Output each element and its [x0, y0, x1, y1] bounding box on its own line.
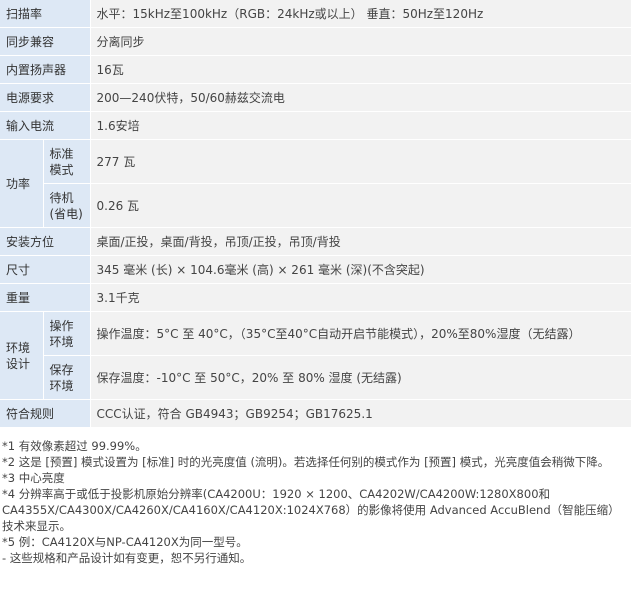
- spec-sublabel: 保存环境: [43, 355, 91, 400]
- spec-value: CCC认证，符合 GB4943；GB9254；GB17625.1: [90, 399, 632, 428]
- spec-label: 输入电流: [0, 111, 91, 140]
- footnotes: *1 有效像素超过 99.99%。 *2 这是 [预置] 模式设置为 [标准] …: [0, 428, 630, 566]
- spec-sublabel: 标准模式: [43, 139, 91, 184]
- footnote: *4 分辨率高于或低于投影机原始分辨率(CA4200U：1920 × 1200、…: [2, 487, 620, 533]
- spec-label: 同步兼容: [0, 27, 91, 56]
- spec-label: 内置扬声器: [0, 55, 91, 84]
- spec-value: 分离同步: [90, 27, 632, 56]
- spec-value: 1.6安培: [90, 111, 632, 140]
- spec-label: 符合规则: [0, 399, 91, 428]
- spec-label: 功率: [0, 139, 44, 228]
- spec-label: 重量: [0, 283, 91, 312]
- spec-row-compliance: 符合规则 CCC认证，符合 GB4943；GB9254；GB17625.1: [0, 399, 632, 428]
- spec-row-orientation: 安装方位 桌面/正投，桌面/背投，吊顶/正投，吊顶/背投: [0, 227, 632, 256]
- footnote: *2 这是 [预置] 模式设置为 [标准] 时的光亮度值 (流明)。若选择任何别…: [2, 455, 610, 469]
- spec-row-env-storage: 保存环境 保存温度：-10°C 至 50°C，20% 至 80% 湿度 (无结露…: [0, 355, 632, 400]
- spec-value: 操作温度：5°C 至 40°C，（35°C至40°C自动开启节能模式），20%至…: [90, 311, 632, 356]
- spec-value: 277 瓦: [90, 139, 632, 184]
- spec-value: 水平：15kHz至100kHz（RGB：24kHz或以上） 垂直：50Hz至12…: [90, 0, 632, 28]
- footnote: *5 例：CA4120X与NP-CA4120X为同一型号。: [2, 535, 248, 549]
- spec-row-power-req: 电源要求 200—240伏特，50/60赫兹交流电: [0, 83, 632, 112]
- spec-value: 3.1千克: [90, 283, 632, 312]
- spec-row-weight: 重量 3.1千克: [0, 283, 632, 312]
- spec-value: 345 毫米 (长) × 104.6毫米 (高) × 261 毫米 (深)(不含…: [90, 255, 632, 284]
- spec-row-speaker: 内置扬声器 16瓦: [0, 55, 632, 84]
- spec-row-scan-rate: 扫描率 水平：15kHz至100kHz（RGB：24kHz或以上） 垂直：50H…: [0, 0, 632, 28]
- footnote: - 这些规格和产品设计如有变更，恕不另行通知。: [2, 551, 252, 565]
- spec-label: 电源要求: [0, 83, 91, 112]
- spec-sublabel: 待机(省电): [43, 183, 91, 228]
- spec-value: 16瓦: [90, 55, 632, 84]
- spec-value: 桌面/正投，桌面/背投，吊顶/正投，吊顶/背投: [90, 227, 632, 256]
- footnote: *3 中心亮度: [2, 471, 65, 485]
- spec-row-sync: 同步兼容 分离同步: [0, 27, 632, 56]
- spec-sublabel: 操作环境: [43, 311, 91, 356]
- spec-label: 尺寸: [0, 255, 91, 284]
- spec-label: 环境设计: [0, 311, 44, 400]
- spec-table: 扫描率 水平：15kHz至100kHz（RGB：24kHz或以上） 垂直：50H…: [0, 0, 632, 428]
- spec-row-power-standard: 功率 标准模式 277 瓦: [0, 139, 632, 228]
- spec-row-power-standby: 待机(省电) 0.26 瓦: [0, 183, 632, 228]
- spec-row-input-current: 输入电流 1.6安培: [0, 111, 632, 140]
- spec-row-dimensions: 尺寸 345 毫米 (长) × 104.6毫米 (高) × 261 毫米 (深)…: [0, 255, 632, 284]
- spec-value: 0.26 瓦: [90, 183, 632, 228]
- spec-row-env-operation: 环境设计 操作环境 操作温度：5°C 至 40°C，（35°C至40°C自动开启…: [0, 311, 632, 400]
- spec-label: 安装方位: [0, 227, 91, 256]
- spec-label: 扫描率: [0, 0, 91, 28]
- spec-value: 保存温度：-10°C 至 50°C，20% 至 80% 湿度 (无结露): [90, 355, 632, 400]
- spec-value: 200—240伏特，50/60赫兹交流电: [90, 83, 632, 112]
- footnote: *1 有效像素超过 99.99%。: [2, 439, 147, 453]
